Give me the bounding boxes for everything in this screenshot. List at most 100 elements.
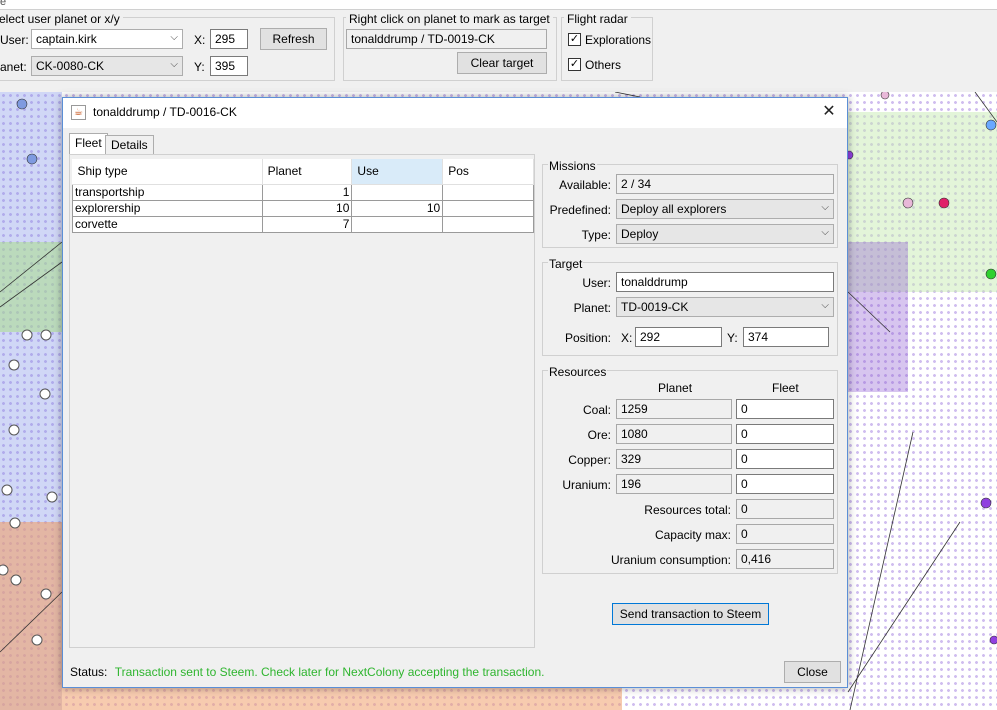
y-label: Y: [194,60,205,74]
uranium-consumption-field: 0,416 [736,549,834,569]
java-icon: ☕ [71,105,86,120]
clear-target-button[interactable]: Clear target [457,52,547,74]
target-group-title: Right click on planet to mark as target [346,12,553,26]
cell-planet: 1 [261,183,353,201]
table-row[interactable]: transportship 1 [72,183,534,201]
col-ship-type[interactable]: Ship type [72,159,263,185]
copper-label: Copper: [568,453,611,467]
chevron-down-icon: ⌵ [170,59,178,70]
position-x-field[interactable]: 292 [635,327,722,347]
table-row[interactable]: explorership 10 10 [72,199,534,217]
check-icon: ✓ [568,33,581,46]
y-coordinate-field[interactable]: 395 [210,56,248,76]
coal-fleet-field[interactable]: 0 [736,399,834,419]
col-pos[interactable]: Pos [442,159,534,185]
position-y-label: Y: [727,331,738,345]
cell-planet: 10 [261,199,353,217]
fleet-dialog: ☕ tonalddrump / TD-0016-CK ✕ Fleet Detai… [62,97,848,688]
type-combo[interactable]: Deploy ⌵ [616,224,834,244]
chevron-down-icon: ⌵ [821,202,829,213]
dialog-target-title: Target [548,257,584,271]
table-row[interactable]: corvette 7 [72,215,534,233]
coal-label: Coal: [582,403,611,417]
uranium-planet-field: 196 [616,474,732,494]
cell-use[interactable] [351,183,444,201]
tab-fleet-label: Fleet [75,136,102,150]
cell-use[interactable]: 10 [351,199,444,217]
cell-pos[interactable] [442,199,534,217]
refresh-button[interactable]: Refresh [260,28,327,50]
col-planet[interactable]: Planet [262,159,353,185]
ore-planet-field: 1080 [616,424,732,444]
cell-pos[interactable] [442,183,534,201]
cell-ship: corvette [72,215,263,233]
capacity-max-field: 0 [736,524,834,544]
user-combo[interactable]: captain.kirk ⌵ [31,29,183,49]
others-label: Others [585,58,622,72]
chevron-down-icon: ⌵ [821,227,829,238]
available-label: Available: [559,178,611,192]
x-label: X: [194,33,206,47]
position-y-field[interactable]: 374 [743,327,829,347]
status-bar: Status: Transaction sent to Steem. Check… [70,665,544,679]
uranium-label: Uranium: [562,478,611,492]
resources-total-label: Resources total: [644,503,731,517]
dialog-titlebar[interactable]: ☕ tonalddrump / TD-0016-CK ✕ [63,98,847,128]
user-label: User: [0,33,29,47]
col-use[interactable]: Use [351,159,444,185]
cell-ship: transportship [72,183,263,201]
resources-total-field: 0 [736,499,834,519]
explorations-label: Explorations [585,33,652,47]
target-user-label: User: [582,276,611,290]
target-user-field[interactable]: tonalddrump [616,272,834,292]
close-button[interactable]: Close [784,661,841,683]
type-value: Deploy [621,227,659,241]
copper-planet-field: 329 [616,449,732,469]
menu-fragment[interactable]: e [0,0,6,8]
resources-col-planet: Planet [658,381,693,395]
tab-details-label: Details [111,138,148,152]
user-combo-value: captain.kirk [36,32,97,46]
cell-pos[interactable] [442,215,534,233]
check-icon: ✓ [568,58,581,71]
copper-fleet-field[interactable]: 0 [736,449,834,469]
others-checkbox[interactable]: ✓ Others [568,58,621,72]
predefined-label: Predefined: [549,203,611,217]
tab-details[interactable]: Details [105,135,154,155]
resources-col-fleet: Fleet [772,381,799,395]
ore-label: Ore: [587,428,611,442]
missions-title: Missions [548,159,597,173]
x-coordinate-field[interactable]: 295 [210,29,248,49]
cell-planet: 7 [261,215,353,233]
uranium-consumption-label: Uranium consumption: [610,553,731,567]
ore-fleet-field[interactable]: 0 [736,424,834,444]
fleet-panel: Ship type Planet Use Pos transportship 1… [69,154,535,648]
capacity-max-label: Capacity max: [654,528,731,542]
available-field: 2 / 34 [616,174,834,194]
cell-use[interactable] [351,215,444,233]
top-control-bar: e elect user planet or x/y User: captain… [0,0,997,92]
target-planet-label: Planet: [573,301,611,315]
chevron-down-icon: ⌵ [821,300,829,311]
close-icon[interactable]: ✕ [819,102,839,122]
resources-title: Resources [548,365,608,379]
cell-ship: explorership [72,199,263,217]
send-transaction-button[interactable]: Send transaction to Steem [612,603,769,625]
select-planet-group-title: elect user planet or x/y [0,12,123,26]
predefined-combo[interactable]: Deploy all explorers ⌵ [616,199,834,219]
planet-combo-value: CK-0080-CK [36,59,105,73]
dialog-title: tonalddrump / TD-0016-CK [93,105,237,119]
fleet-table-header: Ship type Planet Use Pos [72,159,534,185]
position-x-label: X: [621,331,633,345]
target-planet-combo[interactable]: TD-0019-CK ⌵ [616,297,834,317]
target-display-field: tonalddrump / TD-0019-CK [346,29,547,49]
tab-fleet[interactable]: Fleet [69,133,108,155]
uranium-fleet-field[interactable]: 0 [736,474,834,494]
target-planet-value: TD-0019-CK [621,300,689,314]
planet-combo[interactable]: CK-0080-CK ⌵ [31,56,183,76]
position-label: Position: [564,331,611,345]
chevron-down-icon: ⌵ [170,32,178,43]
status-message: Transaction sent to Steem. Check later f… [114,665,545,679]
fleet-table: Ship type Planet Use Pos transportship 1… [72,159,534,233]
explorations-checkbox[interactable]: ✓ Explorations [568,33,651,47]
